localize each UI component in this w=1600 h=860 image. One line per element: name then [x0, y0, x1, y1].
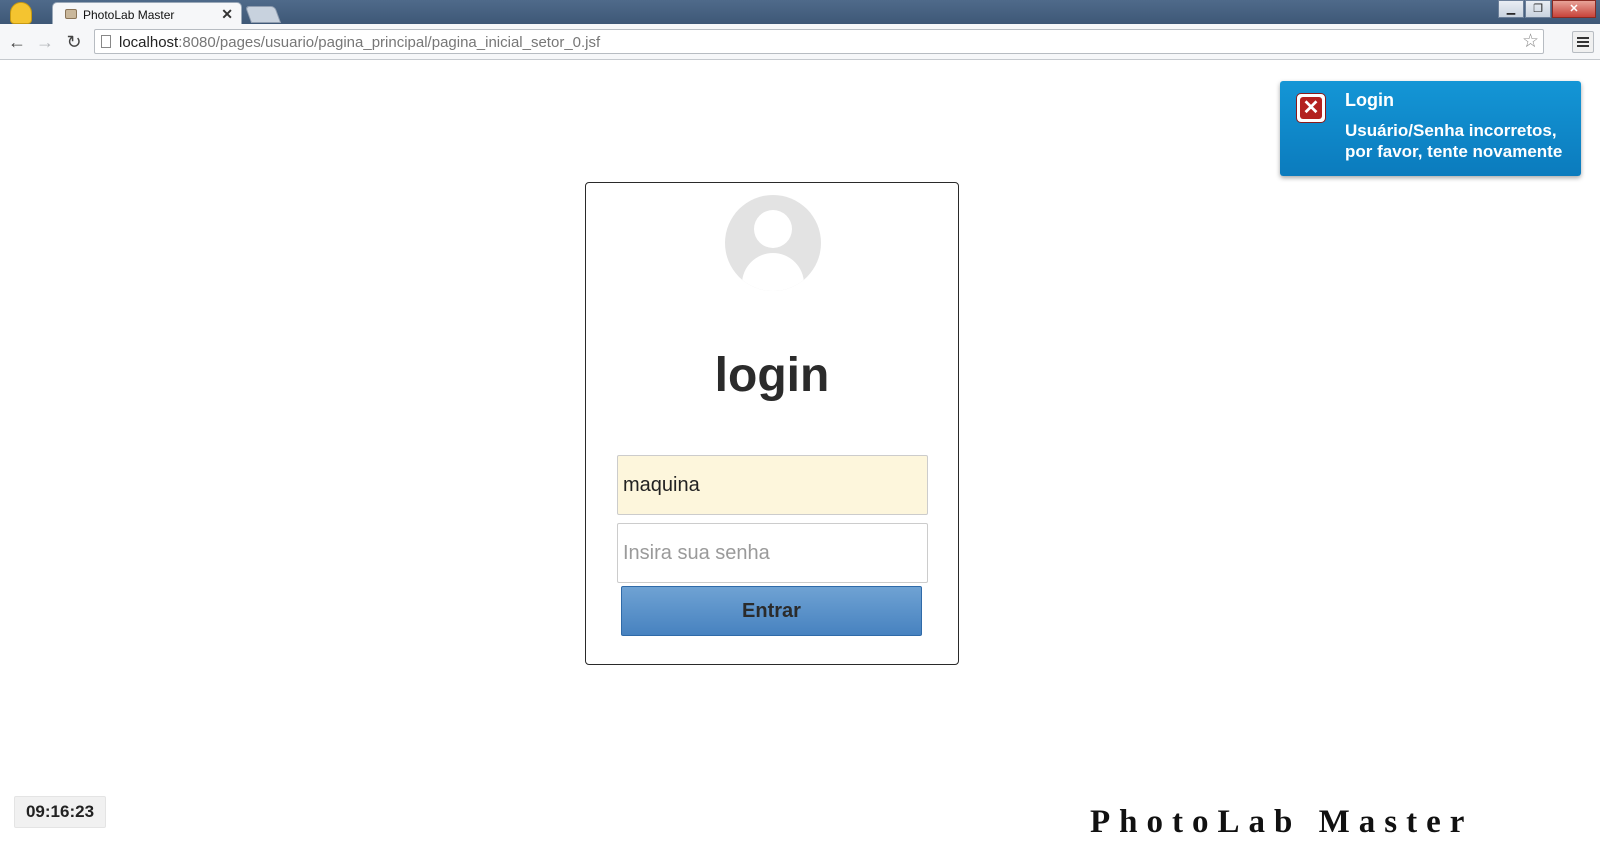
app-logo-icon — [10, 2, 32, 24]
browser-titlebar: PhotoLab Master ✕ ▁ ❐ ✕ — [0, 0, 1600, 26]
notification-message: Usuário/Senha incorretos, por favor, ten… — [1345, 121, 1563, 161]
browser-toolbar: ← → ↻ localhost:8080/pages/usuario/pagin… — [0, 24, 1600, 60]
new-tab-button[interactable] — [244, 6, 282, 23]
browser-menu-icon[interactable] — [1572, 31, 1594, 53]
url-path: :8080/pages/usuario/pagina_principal/pag… — [178, 34, 601, 51]
tab-close-icon[interactable]: ✕ — [221, 6, 233, 23]
brand-name: PhotoLab Master — [1090, 804, 1474, 840]
window-close-button[interactable]: ✕ — [1552, 0, 1596, 18]
maximize-button[interactable]: ❐ — [1525, 0, 1551, 18]
username-input[interactable] — [617, 455, 928, 515]
error-x-icon: ✕ — [1296, 93, 1326, 123]
error-notification: ✕ Login Usuário/Senha incorretos, por fa… — [1280, 81, 1581, 176]
login-card: login Entrar — [585, 182, 959, 665]
password-input[interactable] — [617, 523, 928, 583]
minimize-button[interactable]: ▁ — [1498, 0, 1524, 18]
tab-title: PhotoLab Master — [83, 8, 175, 22]
url-host: localhost — [119, 34, 179, 51]
tab-favicon-icon — [65, 9, 77, 19]
back-arrow-icon[interactable]: ← — [6, 31, 28, 53]
browser-tab[interactable]: PhotoLab Master ✕ — [52, 2, 242, 26]
page-icon — [101, 35, 111, 48]
user-avatar-icon — [725, 195, 821, 291]
forward-arrow-icon[interactable]: → — [34, 31, 56, 53]
notification-title: Login — [1345, 90, 1394, 110]
error-x-glyph: ✕ — [1300, 97, 1322, 119]
bookmark-star-icon[interactable]: ☆ — [1522, 30, 1539, 53]
clock: 09:16:23 — [14, 796, 106, 828]
window-controls: ▁ ❐ ✕ — [1497, 0, 1596, 20]
login-title: login — [714, 349, 830, 402]
reload-icon[interactable]: ↻ — [63, 31, 85, 53]
address-bar[interactable]: localhost:8080/pages/usuario/pagina_prin… — [94, 29, 1544, 54]
url-text[interactable]: localhost:8080/pages/usuario/pagina_prin… — [119, 34, 600, 51]
entrar-button[interactable]: Entrar — [621, 586, 922, 636]
